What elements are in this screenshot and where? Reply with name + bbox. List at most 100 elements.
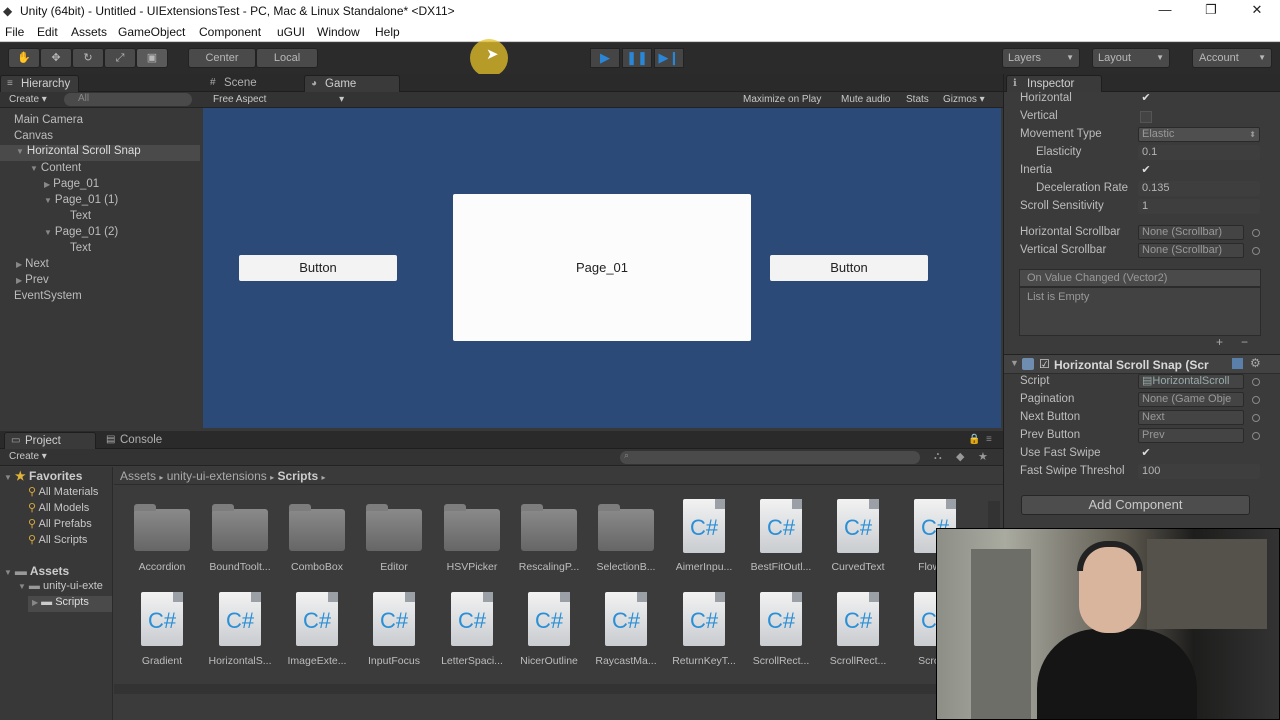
hierarchy-item-text[interactable]: Text xyxy=(70,242,91,258)
stats-toggle[interactable]: Stats xyxy=(906,94,929,105)
asset-label[interactable]: AimerInpu... xyxy=(668,561,740,573)
asset-label[interactable]: ScrollRect... xyxy=(745,655,817,667)
menu-gameobject[interactable]: GameObject xyxy=(118,25,185,39)
asset-label[interactable]: HorizontalS... xyxy=(204,655,276,667)
asset-label[interactable]: BestFitOutl... xyxy=(745,561,817,573)
hand-tool-icon[interactable]: ✋ xyxy=(8,48,40,68)
panel-menu-icon[interactable]: ≡ xyxy=(986,434,992,445)
filter-label-icon[interactable]: ◆ xyxy=(956,450,964,463)
horizontal-scrollbar[interactable] xyxy=(114,684,1003,694)
csharp-file-icon[interactable]: C# xyxy=(451,592,493,646)
tab-scene[interactable]: # Scene xyxy=(204,75,265,92)
favorites-section[interactable]: ▼ ★ Favorites xyxy=(4,469,82,483)
vertical-scrollbar-field[interactable]: None (Scrollbar) xyxy=(1138,243,1244,258)
asset-label[interactable]: CurvedText xyxy=(822,561,894,573)
fast-swipe-threshold-input[interactable]: 100 xyxy=(1138,464,1260,479)
move-tool-icon[interactable]: ✥ xyxy=(40,48,72,68)
asset-label[interactable]: NicerOutline xyxy=(513,655,585,667)
hierarchy-item-eventsystem[interactable]: EventSystem xyxy=(14,290,82,306)
aspect-dropdown[interactable]: Free Aspect ▾ xyxy=(213,94,344,105)
csharp-file-icon[interactable]: C# xyxy=(141,592,183,646)
step-button[interactable]: ▶❙ xyxy=(654,48,684,68)
pivot-local-button[interactable]: Local xyxy=(256,48,318,68)
csharp-file-icon[interactable]: C# xyxy=(683,592,725,646)
hierarchy-item-page-01[interactable]: ▶ Page_01 xyxy=(44,178,99,194)
favorite-all-prefabs[interactable]: ⚲ All Prefabs xyxy=(28,517,92,530)
movement-type-dropdown[interactable]: Elastic ⬍ xyxy=(1138,127,1260,142)
minimize-icon[interactable]: — xyxy=(1150,2,1180,20)
asset-label[interactable]: RaycastMa... xyxy=(590,655,662,667)
asset-label[interactable]: ImageExte... xyxy=(281,655,353,667)
close-icon[interactable]: ✕ xyxy=(1242,2,1272,20)
mute-audio-toggle[interactable]: Mute audio xyxy=(841,94,890,105)
hierarchy-item-page-01-2[interactable]: ▼ Page_01 (2) xyxy=(44,226,118,242)
game-left-button[interactable]: Button xyxy=(239,255,397,281)
hierarchy-search-input[interactable]: All xyxy=(64,93,192,106)
favorite-all-scripts[interactable]: ⚲ All Scripts xyxy=(28,533,87,546)
restore-icon[interactable]: ❐ xyxy=(1196,2,1226,20)
csharp-file-icon[interactable]: C# xyxy=(760,592,802,646)
csharp-file-icon[interactable]: C# xyxy=(837,592,879,646)
hierarchy-item-text[interactable]: Text xyxy=(70,210,91,226)
tree-item-scripts[interactable]: ▶ ▬ Scripts xyxy=(28,596,112,612)
maximize-on-play-toggle[interactable]: Maximize on Play xyxy=(743,94,821,105)
asset-label[interactable]: Gradient xyxy=(126,655,198,667)
breadcrumb-scripts[interactable]: Scripts xyxy=(277,469,318,483)
scale-tool-icon[interactable]: ⤢ xyxy=(104,48,136,68)
layers-dropdown[interactable]: Layers ▼ xyxy=(1002,48,1080,68)
csharp-file-icon[interactable]: C# xyxy=(296,592,338,646)
hierarchy-item-page-01-1[interactable]: ▼ Page_01 (1) xyxy=(44,194,118,210)
menu-ugui[interactable]: uGUI xyxy=(277,25,305,39)
menu-window[interactable]: Window xyxy=(317,25,360,39)
next-button-field[interactable]: Next xyxy=(1138,410,1244,425)
hierarchy-item-horizontal-scroll-snap[interactable]: ▼ Horizontal Scroll Snap xyxy=(0,145,200,161)
asset-label[interactable]: Editor xyxy=(358,561,430,573)
asset-label[interactable]: Accordion xyxy=(126,561,198,573)
asset-label[interactable]: LetterSpaci... xyxy=(436,655,508,667)
menu-edit[interactable]: Edit xyxy=(37,25,58,39)
pause-button[interactable]: ❚❚ xyxy=(622,48,652,68)
folder-icon[interactable] xyxy=(598,504,654,551)
component-header[interactable]: ▼ ☑ Horizontal Scroll Snap (Scr ⚙ xyxy=(1004,354,1280,374)
asset-label[interactable]: SelectionB... xyxy=(590,561,662,573)
object-picker-icon[interactable] xyxy=(1252,414,1260,422)
csharp-file-icon[interactable]: C# xyxy=(373,592,415,646)
asset-label[interactable]: ComboBox xyxy=(281,561,353,573)
asset-label[interactable]: ScrollRect... xyxy=(822,655,894,667)
remove-event-icon[interactable]: − xyxy=(1241,335,1248,349)
csharp-file-icon[interactable]: C# xyxy=(837,499,879,553)
object-picker-icon[interactable] xyxy=(1252,229,1260,237)
csharp-file-icon[interactable]: C# xyxy=(528,592,570,646)
hierarchy-item-next[interactable]: ▶ Next xyxy=(16,258,49,274)
assets-section[interactable]: ▼ ▬ Assets xyxy=(4,564,69,578)
gizmos-dropdown[interactable]: Gizmos ▾ xyxy=(943,94,985,105)
game-right-button[interactable]: Button xyxy=(770,255,928,281)
folder-icon[interactable] xyxy=(444,504,500,551)
folder-icon[interactable] xyxy=(134,504,190,551)
rotate-tool-icon[interactable]: ↻ xyxy=(72,48,104,68)
tab-inspector[interactable]: ℹ Inspector xyxy=(1006,75,1102,92)
folder-icon[interactable] xyxy=(289,504,345,551)
folder-icon[interactable] xyxy=(212,504,268,551)
tab-game[interactable]: ◕ Game xyxy=(304,75,400,92)
hierarchy-item-prev[interactable]: ▶ Prev xyxy=(16,274,49,290)
object-picker-icon[interactable] xyxy=(1252,247,1260,255)
pivot-center-button[interactable]: Center xyxy=(188,48,256,68)
add-event-icon[interactable]: + xyxy=(1216,335,1223,349)
project-search-input[interactable]: ⌕ xyxy=(620,450,920,464)
csharp-file-icon[interactable]: C# xyxy=(683,499,725,553)
rect-tool-icon[interactable]: ▣ xyxy=(136,48,168,68)
menu-help[interactable]: Help xyxy=(375,25,400,39)
csharp-file-icon[interactable]: C# xyxy=(760,499,802,553)
vertical-checkbox[interactable] xyxy=(1140,111,1152,123)
script-field[interactable]: ▤HorizontalScroll xyxy=(1138,374,1244,389)
hierarchy-item-main-camera[interactable]: Main Camera xyxy=(14,114,83,130)
object-picker-icon[interactable] xyxy=(1252,378,1260,386)
favorite-star-icon[interactable]: ★ xyxy=(978,450,988,463)
favorite-all-materials[interactable]: ⚲ All Materials xyxy=(28,485,98,498)
csharp-file-icon[interactable]: C# xyxy=(605,592,647,646)
tab-project[interactable]: ▭ Project xyxy=(4,432,96,449)
hierarchy-create-button[interactable]: Create ▾ xyxy=(9,94,47,105)
help-icon[interactable] xyxy=(1232,358,1243,369)
breadcrumb-unity-ui-extensions[interactable]: unity-ui-extensions xyxy=(167,469,267,483)
